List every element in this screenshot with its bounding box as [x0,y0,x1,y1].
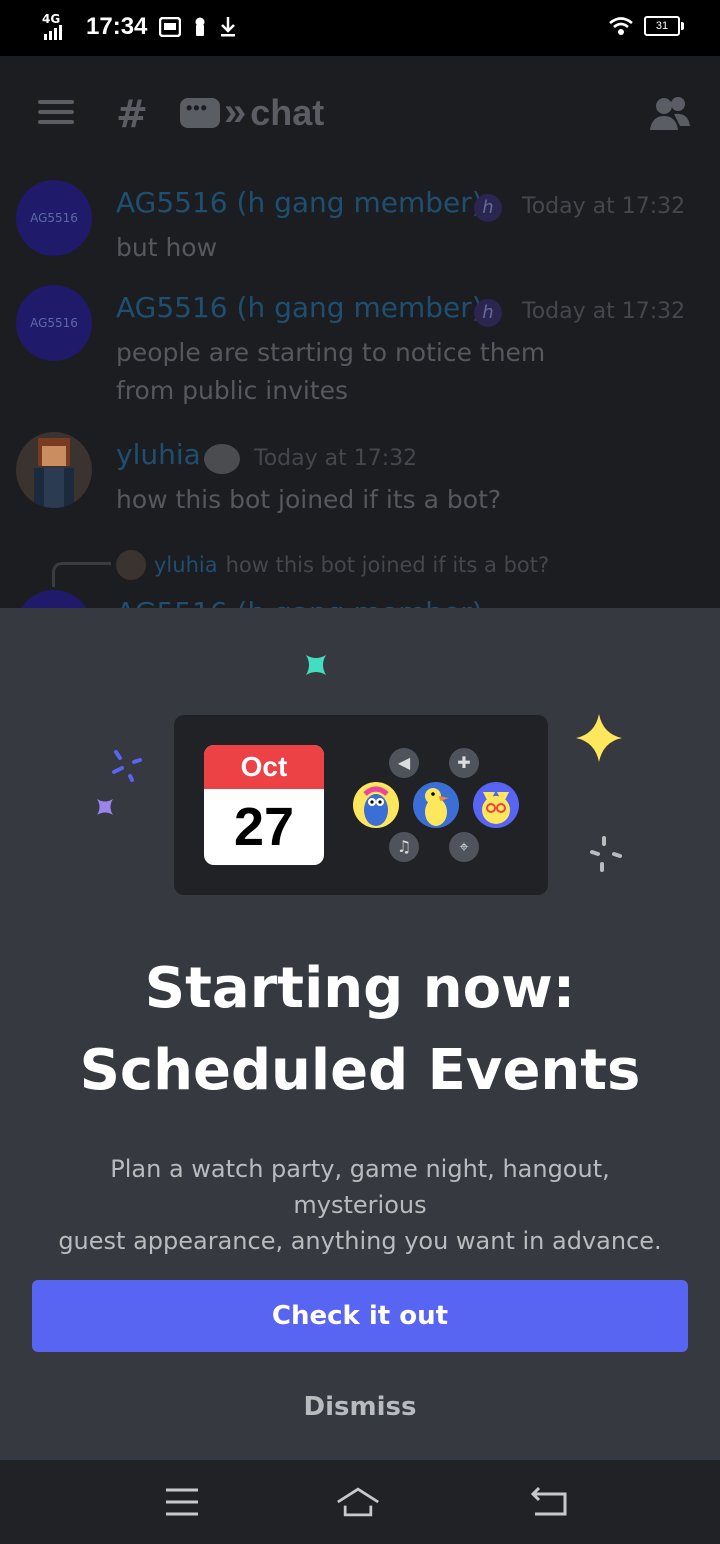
character-avatar-icon [353,782,399,828]
message-text: people are starting to notice them from … [116,334,676,410]
message-text: how this bot joined if its a bot? [116,485,502,514]
home-icon[interactable] [336,1484,380,1520]
user-badge: h [474,194,502,222]
sparkle-lines-icon [112,750,142,782]
scheduled-events-sheet: Oct 27 ◀ ✚ ♫ ⌖ Starting now: Scheduled E… [0,608,720,1460]
battery-icon: 31 [644,16,684,36]
sparkle-icon [97,799,113,815]
wifi-icon [609,17,633,35]
event-illustration-card: Oct 27 ◀ ✚ ♫ ⌖ [174,715,548,895]
chat-background: # » chat AG5516 AG5516 (h gang member) h… [0,56,720,608]
download-icon [221,17,236,37]
channel-title: » chat [180,90,324,135]
reply-text: how this bot joined if its a bot? [225,553,550,577]
location-icon: ⌖ [449,832,479,862]
avatar[interactable]: AG5516 [16,180,92,256]
status-bar: 4G 17:34 31 [0,0,720,56]
message-author[interactable]: yluhia [116,438,201,471]
chat-bubble-icon [180,97,220,128]
avatar[interactable]: AG5516 [16,285,92,361]
message-line: people are starting to notice them [116,338,546,367]
locked-channel-icon: # [116,92,148,136]
promo-title-line: Starting now: [144,956,576,1021]
user-badge: h [474,299,502,327]
promo-title: Starting now: Scheduled Events [0,948,720,1112]
keyhole-icon [195,17,205,36]
reply-author: yluhia [154,553,218,577]
message-line: from public invites [116,376,349,405]
channel-name: chat [250,91,325,133]
character-avatar-icon [473,782,519,828]
promo-description-line: guest appearance, anything you want in a… [58,1227,662,1255]
promo-title-line: Scheduled Events [79,1038,641,1103]
system-nav-bar [0,1460,720,1544]
gamepad-icon: ✚ [449,748,479,778]
back-icon[interactable] [528,1484,572,1520]
sparkle-icon [306,655,326,675]
calendar-day: 27 [233,797,295,857]
reply-preview[interactable]: yluhia how this bot joined if its a bot? [116,550,549,580]
character-avatar-icon [413,782,459,828]
speaker-icon: ◀ [389,748,419,778]
dismiss-button[interactable]: Dismiss [0,1392,720,1422]
members-icon[interactable] [648,96,692,132]
calendar-icon: Oct 27 [204,745,324,865]
message-author[interactable]: AG5516 (h gang member) [116,596,483,608]
star-icon [576,714,622,762]
chevron-icon: » [224,90,247,134]
channel-header: # » chat [0,56,720,168]
message-author[interactable]: AG5516 (h gang member) [116,291,483,324]
message-icon [159,17,182,37]
music-note-icon: ♫ [389,832,419,862]
battery-level: 31 [655,20,669,32]
message-timestamp: Today at 17:32 [254,446,418,471]
emoji-badge-icon [204,444,240,474]
message-timestamp: Today at 17:32 [522,194,686,219]
calendar-month: Oct [204,745,324,789]
message-timestamp: Today at 17:32 [522,299,686,324]
promo-description: Plan a watch party, game night, hangout,… [40,1151,680,1259]
message-text: but how [116,233,218,262]
message-author[interactable]: AG5516 (h gang member) [116,186,483,219]
recent-apps-icon[interactable] [160,1484,204,1520]
reply-avatar [116,550,146,580]
check-it-out-button[interactable]: Check it out [32,1280,688,1352]
network-type: 4G [42,12,61,26]
menu-icon[interactable] [38,100,74,124]
promo-description-line: Plan a watch party, game night, hangout,… [110,1155,610,1219]
avatar[interactable] [16,590,92,608]
avatar[interactable] [16,432,92,508]
status-time: 17:34 [86,13,148,40]
signal-icon: 4G [40,12,74,42]
sparkle-lines-icon [590,836,622,872]
reply-connector [52,562,111,587]
